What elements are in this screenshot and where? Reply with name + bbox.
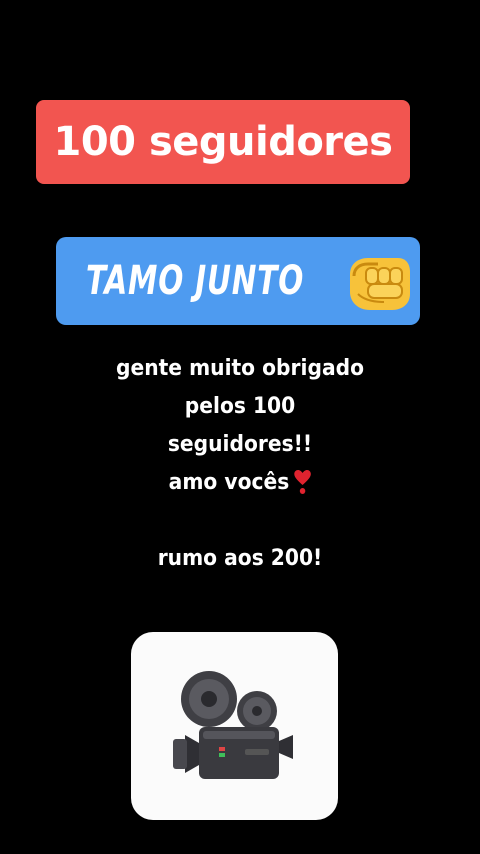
caption-line: seguidores!!	[167, 432, 313, 457]
followers-sticker-text: 100 seguidores	[53, 119, 393, 165]
caption-line-love-text: amo vocês	[168, 470, 290, 495]
movie-camera-sticker	[131, 632, 338, 820]
caption-line: pelos 100	[184, 394, 296, 419]
heart-exclamation-icon	[293, 470, 311, 494]
movie-camera-icon	[172, 671, 293, 779]
caption-text: gente muito obrigado pelos 100 seguidore…	[19, 350, 461, 578]
followers-sticker: 100 seguidores	[36, 100, 410, 184]
caption-line: rumo aos 200!	[157, 546, 323, 571]
caption-line-love: amo vocês	[19, 464, 461, 502]
oncoming-fist-icon	[350, 258, 411, 310]
together-sticker-text: TAMO JUNTO	[85, 258, 305, 304]
together-sticker: TAMO JUNTO	[56, 237, 420, 325]
caption-line: gente muito obrigado	[116, 356, 364, 381]
